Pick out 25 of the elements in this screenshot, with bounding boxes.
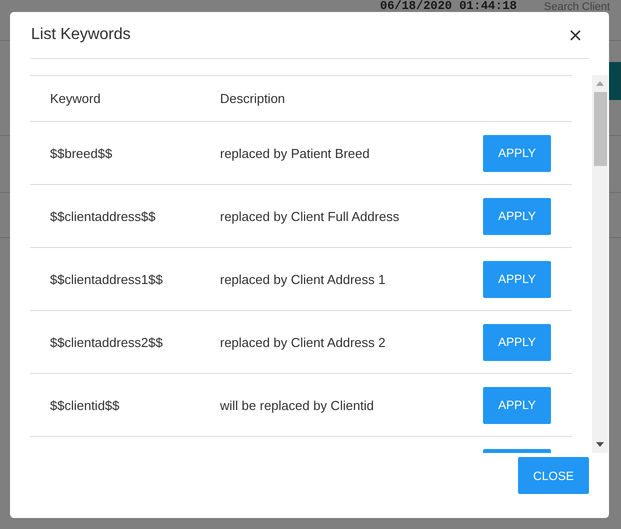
close-button[interactable]: CLOSE <box>518 457 589 494</box>
scroll-down-icon[interactable] <box>596 442 604 447</box>
scroll-up-icon[interactable] <box>596 81 604 86</box>
keyword-cell-text: $$breed$$ <box>49 146 114 160</box>
column-header: Description <box>220 91 286 106</box>
apply-button[interactable]: APPLY <box>483 324 551 360</box>
apply-button[interactable]: APPLY <box>483 198 551 234</box>
modal-title: List Keywords <box>31 26 131 44</box>
scrollbar-thumb[interactable] <box>594 92 607 166</box>
description-cell-text: replaced by Client Address 1 <box>220 272 386 286</box>
keyword-cell-text: $$clientaddress$$ <box>49 208 157 224</box>
keyword-cell-text: $$clientid$$ <box>49 398 120 412</box>
apply-button[interactable]: APPLY <box>483 260 551 298</box>
description-cell-text: replaced by Client Address 2 <box>220 334 386 350</box>
timestamp: 06/18/2020 01:44:18 <box>380 0 517 13</box>
scrollbar[interactable] <box>592 75 608 453</box>
keyword-cell-text: $$clientaddress1$$ <box>49 272 164 286</box>
apply-button[interactable]: APPLY <box>483 134 551 172</box>
description-cell-text: will be replaced by Clientid <box>220 398 375 412</box>
description-cell-text: replaced by Client Full Address <box>220 208 400 224</box>
description-cell-text: replaced by Patient Breed <box>220 146 371 160</box>
search-field[interactable]: Search Client <box>540 0 621 13</box>
keyword-cell-text: $$clientaddress2$$ <box>49 334 164 350</box>
apply-button[interactable]: APPLY <box>483 386 551 424</box>
column-header: Keyword <box>49 91 102 106</box>
